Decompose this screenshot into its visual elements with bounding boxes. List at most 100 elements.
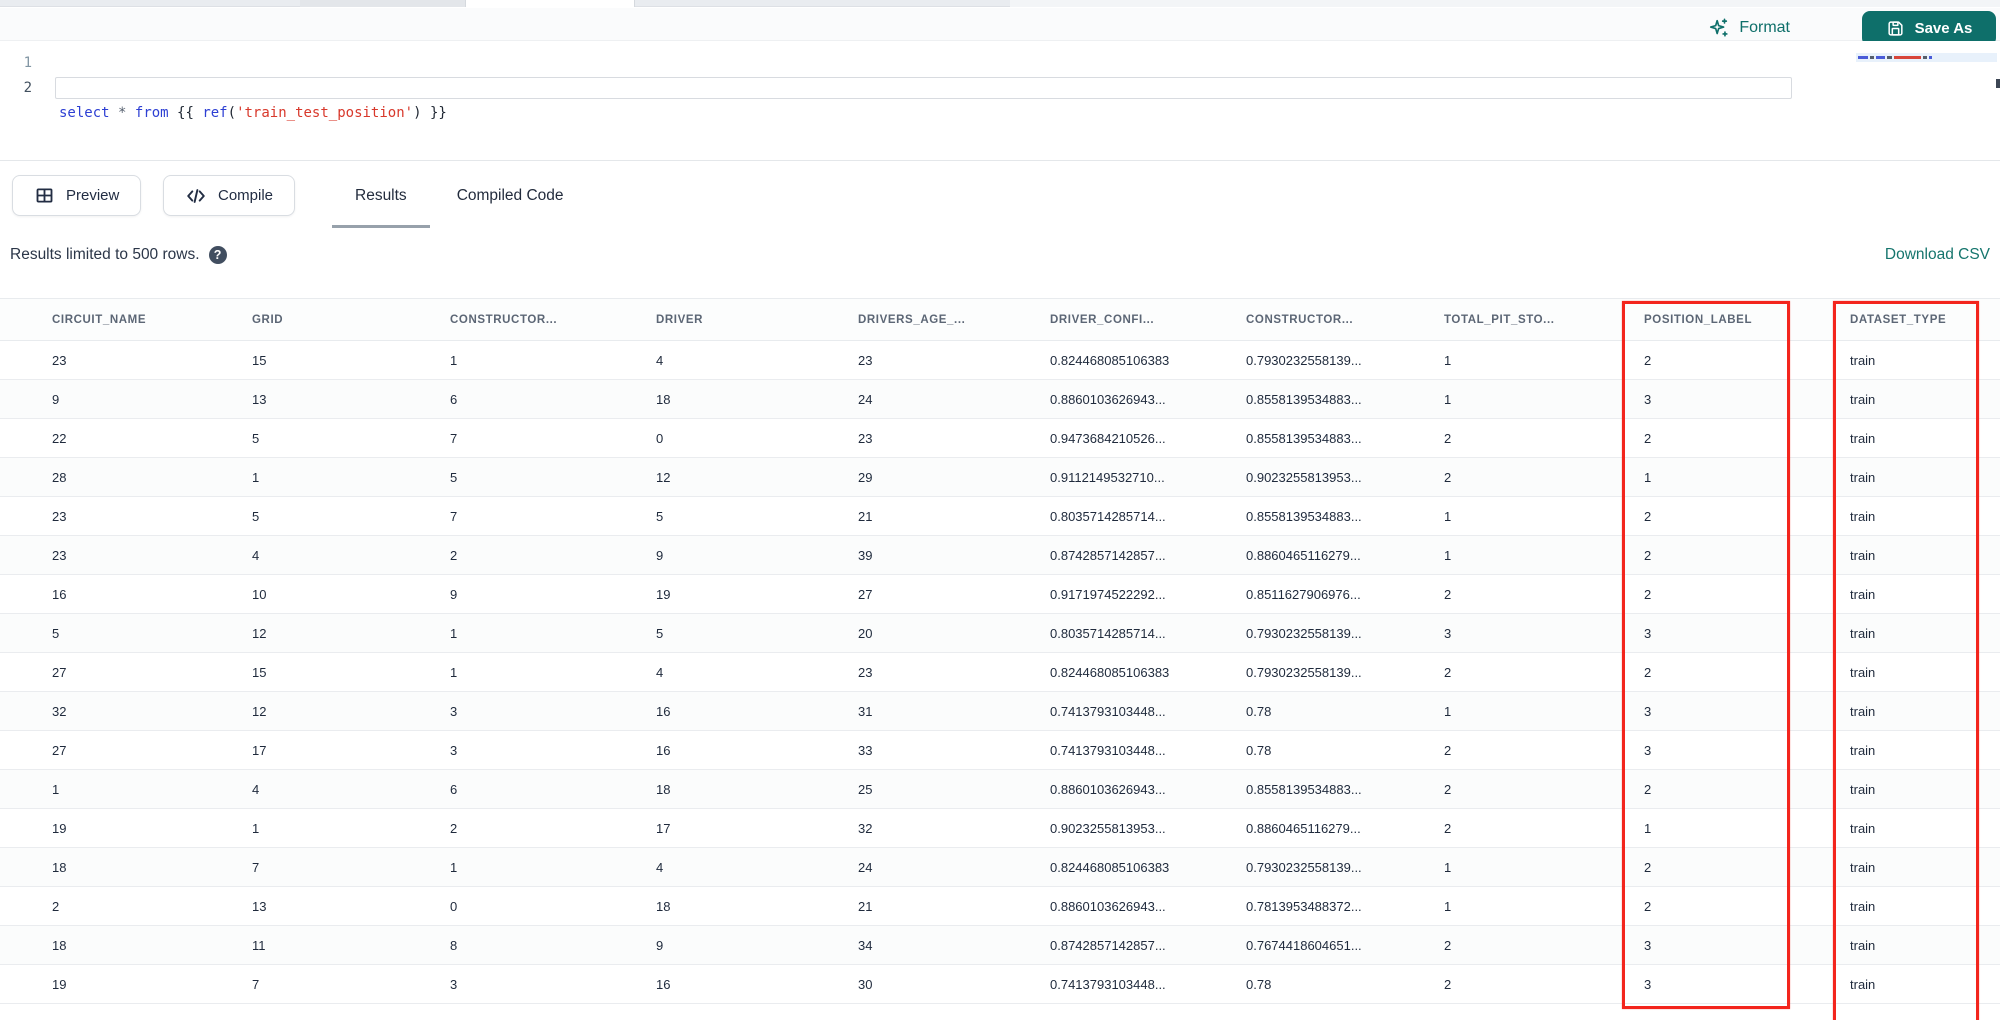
table-cell: 29 <box>858 457 1050 497</box>
code-area[interactable]: select * from {{ ref('train_test_positio… <box>59 51 447 176</box>
table-cell: 2 <box>0 886 252 926</box>
table-cell: 2 <box>1444 769 1644 809</box>
column-header: TOTAL_PIT_STO... <box>1444 298 1644 341</box>
compile-button[interactable]: Compile <box>163 175 296 216</box>
table-cell: 23 <box>0 496 252 536</box>
active-file-tab[interactable] <box>465 0 635 7</box>
table-cell: 6 <box>450 379 656 419</box>
table-cell: 24 <box>858 847 1050 887</box>
table-cell: 1 <box>1644 808 1850 848</box>
table-cell: 4 <box>656 340 858 380</box>
table-cell: 0.7413793103448... <box>1050 964 1246 1004</box>
table-row: 1 4 6 18 25 0.8860103626943... 0.8558139534883… <box>0 769 2000 809</box>
table-row: 5 12 1 5 20 0.8035714285714... 0.7930232558139… <box>0 613 2000 653</box>
download-csv-link[interactable]: Download CSV <box>1885 246 1990 264</box>
minimap-cursor-marker <box>1996 79 2000 88</box>
table-cell: 2 <box>1644 418 1850 458</box>
table-cell: 7 <box>252 847 450 887</box>
table-cell: 0.9171974522292... <box>1050 574 1246 614</box>
code-token: {{ <box>168 105 203 121</box>
table-row: 27 15 1 4 23 0.824468085106383 0.7930232558139… <box>0 652 2000 692</box>
minimap[interactable] <box>1856 53 2000 157</box>
table-cell: 1 <box>1444 496 1644 536</box>
table-cell: 4 <box>656 847 858 887</box>
format-button[interactable]: Format <box>1708 17 1790 39</box>
line-number-gutter: 1 2 <box>0 51 44 101</box>
table-cell: 2 <box>1444 925 1644 965</box>
table-row: 32 12 3 16 31 0.7413793103448... 0.78 1 3 train <box>0 691 2000 731</box>
save-as-label: Save As <box>1914 20 1973 37</box>
table-cell: 2 <box>1444 652 1644 692</box>
table-cell: 0.7930232558139... <box>1246 340 1444 380</box>
table-cell: 7 <box>252 964 450 1004</box>
table-cell: 0.8558139534883... <box>1246 379 1444 419</box>
table-cell: 5 <box>450 457 656 497</box>
results-table: CIRCUIT_NAME GRID CONSTRUCTOR... DRIVER DRIV… <box>0 298 2000 1020</box>
table-cell: 11 <box>252 925 450 965</box>
table-cell: 2 <box>450 535 656 575</box>
table-cell: train <box>1850 964 2000 1004</box>
tab-compiled-code[interactable]: Compiled Code <box>432 161 589 231</box>
table-cell: 19 <box>0 808 252 848</box>
preview-button[interactable]: Preview <box>12 175 142 216</box>
question-mark-circle-icon[interactable]: ? <box>208 246 227 264</box>
table-cell: 16 <box>656 964 858 1004</box>
table-cell: 0.8558139534883... <box>1246 418 1444 458</box>
table-cell: 16 <box>656 730 858 770</box>
table-cell: 19 <box>0 964 252 1004</box>
table-cell: 0.78 <box>1246 730 1444 770</box>
table-row: 9 13 6 18 24 0.8860103626943... 0.855813953488… <box>0 379 2000 419</box>
table-cell: 2 <box>1644 496 1850 536</box>
table-cell: 27 <box>858 574 1050 614</box>
table-cell: 28 <box>0 457 252 497</box>
table-cell: 0.9473684210526... <box>1050 418 1246 458</box>
format-label: Format <box>1739 19 1790 36</box>
table-cell: 1 <box>0 769 252 809</box>
table-cell: 4 <box>656 652 858 692</box>
table-cell: 1 <box>1444 340 1644 380</box>
table-cell: train <box>1850 535 2000 575</box>
table-row: 19 1 2 17 32 0.9023255813953... 0.886046511627… <box>0 808 2000 848</box>
table-row: 27 17 3 16 33 0.7413793103448... 0.78 2 3 train <box>0 730 2000 770</box>
table-cell: 16 <box>656 691 858 731</box>
column-header: CIRCUIT_NAME <box>0 298 252 341</box>
table-cell: 22 <box>0 418 252 458</box>
table-cell: 1 <box>252 457 450 497</box>
table-cell: 2 <box>1644 574 1850 614</box>
table-cell: 2 <box>1644 886 1850 926</box>
table-cell: 31 <box>858 691 1050 731</box>
table-cell: 0 <box>656 418 858 458</box>
results-info-bar: Results limited to 500 rows. ? Download … <box>0 230 2000 298</box>
table-cell: 18 <box>656 886 858 926</box>
table-cell: 12 <box>252 613 450 653</box>
sql-editor[interactable]: 1 2 select * from {{ ref('train_test_pos… <box>0 41 2000 160</box>
table-cell: 0.7930232558139... <box>1246 652 1444 692</box>
table-cell: 2 <box>1644 340 1850 380</box>
table-cell: 7 <box>450 496 656 536</box>
table-cell: train <box>1850 379 2000 419</box>
table-cell: 0.8860103626943... <box>1050 886 1246 926</box>
table-cell: 23 <box>0 340 252 380</box>
column-header: DRIVER <box>656 298 858 341</box>
tab-results[interactable]: Results <box>330 161 432 231</box>
table-cell: 0.8558139534883... <box>1246 496 1444 536</box>
row-limit-note: Results limited to 500 rows. ? <box>10 246 227 264</box>
editor-toolbar: Format Save As <box>0 8 2000 46</box>
table-cell: train <box>1850 652 2000 692</box>
table-cell: 0.9112149532710... <box>1050 457 1246 497</box>
table-cell: 2 <box>1644 535 1850 575</box>
table-cell: 23 <box>858 652 1050 692</box>
table-cell: 2 <box>1444 808 1644 848</box>
table-cell: 0.7930232558139... <box>1246 613 1444 653</box>
table-cell: 32 <box>858 808 1050 848</box>
table-grid-icon <box>36 188 53 203</box>
table-cell: 19 <box>656 574 858 614</box>
table-cell: 39 <box>858 535 1050 575</box>
table-cell: 4 <box>252 769 450 809</box>
file-tab[interactable] <box>300 0 465 7</box>
code-token: }} <box>421 105 447 121</box>
row-limit-text: Results limited to 500 rows. <box>10 246 200 263</box>
table-cell: 0.8511627906976... <box>1246 574 1444 614</box>
table-cell: 0 <box>450 886 656 926</box>
